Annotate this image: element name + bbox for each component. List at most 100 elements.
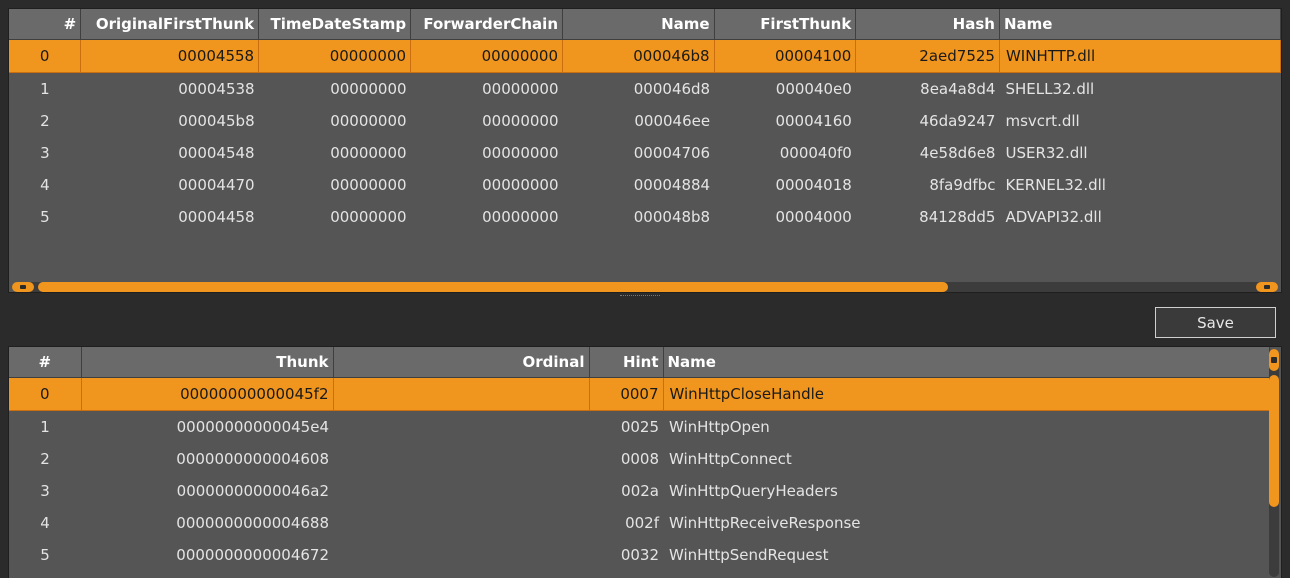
row-index-cell: 0 [9, 377, 82, 411]
first-thunk-cell: 00004100 [714, 39, 857, 73]
original-first-thunk-cell: 00004538 [178, 80, 255, 98]
column-header-forwarder-chain[interactable]: ForwarderChain [410, 9, 563, 40]
column-header-ordinal[interactable]: Ordinal [333, 347, 590, 378]
forwarder-chain-cell: 00000000 [482, 144, 559, 162]
row-index-cell: 3 [40, 482, 50, 500]
column-header-index[interactable]: # [9, 9, 82, 40]
hint-cell: 002a [621, 482, 659, 500]
time-date-stamp-cell: 00000000 [258, 39, 412, 73]
column-header-hint[interactable]: Hint [589, 347, 664, 378]
first-thunk-cell: 00004160 [775, 112, 852, 130]
table-row[interactable]: 3 00004548 00000000 00000000 00004706 000040f… [9, 137, 1281, 169]
table-row[interactable]: 2 000045b8 00000000 00000000 000046ee 0000416… [9, 105, 1281, 137]
vertical-scroll-thumb[interactable] [1269, 375, 1279, 507]
row-index-cell: 0 [9, 39, 82, 73]
hint-cell: 002f [625, 514, 659, 532]
dll-name-cell: USER32.dll [1005, 144, 1088, 162]
function-name-cell: WinHttpCloseHandle [663, 377, 1270, 411]
imports-table: # OriginalFirstThunk TimeDateStamp Forwa… [9, 9, 1281, 233]
first-thunk-cell: 00004000 [775, 208, 852, 226]
thunk-cell: 00000000000046a2 [176, 482, 329, 500]
panel-splitter-grip[interactable] [620, 295, 660, 300]
ordinal-cell [333, 377, 590, 411]
column-header-name-rva[interactable]: Name [562, 9, 715, 40]
time-date-stamp-cell: 00000000 [330, 208, 407, 226]
ordinal-cell [333, 507, 589, 539]
hash-cell: 2aed7525 [855, 39, 1000, 73]
table-row[interactable]: 0 00004558 00000000 00000000 000046b8 0000410… [9, 39, 1281, 73]
hint-cell: 0025 [620, 418, 659, 436]
time-date-stamp-cell: 00000000 [330, 144, 407, 162]
hash-cell: 8fa9dfbc [929, 176, 996, 194]
scroll-left-button[interactable] [12, 282, 34, 292]
forwarder-chain-cell: 00000000 [482, 208, 559, 226]
ordinal-cell [333, 475, 589, 507]
time-date-stamp-cell: 00000000 [330, 80, 407, 98]
function-name-cell: WinHttpConnect [669, 450, 792, 468]
hash-cell: 8ea4a8d4 [920, 80, 996, 98]
first-thunk-cell: 000040f0 [779, 144, 852, 162]
forwarder-chain-cell: 00000000 [482, 80, 559, 98]
imports-header-row: # OriginalFirstThunk TimeDateStamp Forwa… [9, 9, 1281, 40]
functions-table: # Thunk Ordinal Hint Name 0 0000000000004… [9, 347, 1270, 571]
original-first-thunk-cell: 00004458 [178, 208, 255, 226]
column-header-thunk[interactable]: Thunk [81, 347, 334, 378]
row-index-cell: 4 [40, 514, 50, 532]
dll-name-cell: ADVAPI32.dll [1005, 208, 1102, 226]
horizontal-scrollbar[interactable] [12, 282, 1278, 292]
column-header-dll-name[interactable]: Name [999, 9, 1281, 40]
ordinal-cell [333, 539, 589, 571]
hint-cell: 0008 [620, 450, 659, 468]
column-header-time-date-stamp[interactable]: TimeDateStamp [258, 9, 412, 40]
functions-panel: # Thunk Ordinal Hint Name 0 0000000000004… [8, 346, 1282, 578]
row-index-cell: 1 [40, 80, 50, 98]
table-row[interactable]: 0 00000000000045f2 0007 WinHttpCloseHandle [9, 377, 1270, 411]
function-name-cell: WinHttpReceiveResponse [669, 514, 861, 532]
horizontal-scroll-thumb[interactable] [38, 282, 948, 292]
row-index-cell: 4 [40, 176, 50, 194]
imports-panel: # OriginalFirstThunk TimeDateStamp Forwa… [8, 8, 1282, 293]
column-header-function-name[interactable]: Name [663, 347, 1270, 378]
original-first-thunk-cell: 00004548 [178, 144, 255, 162]
vertical-scrollbar[interactable] [1269, 349, 1279, 577]
function-name-cell: WinHttpSendRequest [669, 546, 829, 564]
forwarder-chain-cell: 00000000 [482, 112, 559, 130]
first-thunk-cell: 00004018 [775, 176, 852, 194]
row-index-cell: 2 [40, 112, 50, 130]
dll-name-cell: msvcrt.dll [1005, 112, 1080, 130]
table-row[interactable]: 5 00004458 00000000 00000000 000048b8 0000400… [9, 201, 1281, 233]
column-header-first-thunk[interactable]: FirstThunk [714, 9, 857, 40]
original-first-thunk-cell: 00004470 [178, 176, 255, 194]
scroll-right-button[interactable] [1256, 282, 1278, 292]
column-header-hash[interactable]: Hash [855, 9, 1000, 40]
column-header-index[interactable]: # [9, 347, 82, 378]
hint-cell: 0032 [620, 546, 659, 564]
thunk-cell: 0000000000004688 [176, 514, 329, 532]
scroll-up-button[interactable] [1269, 349, 1279, 371]
table-row[interactable]: 4 0000000000004688 002f WinHttpReceiveRespo… [9, 507, 1269, 539]
original-first-thunk-cell: 000045b8 [178, 112, 255, 130]
table-row[interactable]: 1 00004538 00000000 00000000 000046d8 000040e… [9, 73, 1281, 106]
column-header-original-first-thunk[interactable]: OriginalFirstThunk [80, 9, 260, 40]
table-row[interactable]: 1 00000000000045e4 0025 WinHttpOpen [9, 411, 1269, 444]
forwarder-chain-cell: 00000000 [482, 176, 559, 194]
ordinal-cell [333, 443, 589, 475]
row-index-cell: 3 [40, 144, 50, 162]
ordinal-cell [333, 411, 589, 444]
table-row[interactable]: 2 0000000000004608 0008 WinHttpConnect [9, 443, 1269, 475]
hash-cell: 84128dd5 [919, 208, 996, 226]
save-button[interactable]: Save [1155, 307, 1276, 338]
name-rva-cell: 000046b8 [562, 39, 715, 73]
table-row[interactable]: 4 00004470 00000000 00000000 00004884 0000401… [9, 169, 1281, 201]
time-date-stamp-cell: 00000000 [330, 176, 407, 194]
time-date-stamp-cell: 00000000 [330, 112, 407, 130]
table-row[interactable]: 5 0000000000004672 0032 WinHttpSendRequest [9, 539, 1269, 571]
first-thunk-cell: 000040e0 [775, 80, 852, 98]
row-index-cell: 5 [40, 208, 50, 226]
name-rva-cell: 000046ee [634, 112, 711, 130]
table-row[interactable]: 3 00000000000046a2 002a WinHttpQueryHeaders [9, 475, 1269, 507]
forwarder-chain-cell: 00000000 [410, 39, 563, 73]
dll-name-cell: SHELL32.dll [1005, 80, 1095, 98]
dll-name-cell: WINHTTP.dll [999, 39, 1281, 73]
function-name-cell: WinHttpQueryHeaders [669, 482, 838, 500]
